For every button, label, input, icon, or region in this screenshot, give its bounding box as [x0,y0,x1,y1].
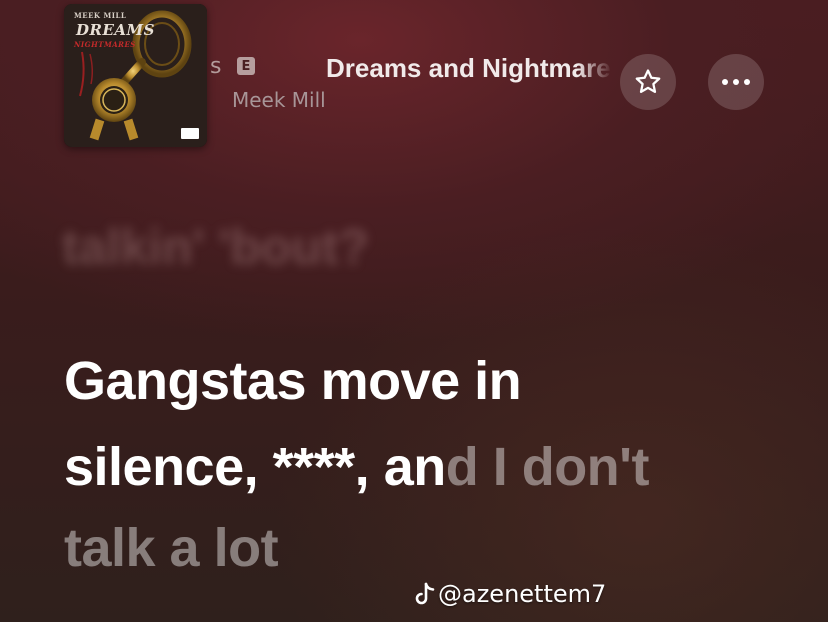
lyric-line-next[interactable]: talk a lot [64,517,279,579]
lyric-previous-line[interactable]: talkin' 'bout? [62,218,369,276]
album-artwork-artist-label: MEEK MILL [74,11,127,20]
more-options-button[interactable] [708,54,764,110]
lyric-line-current[interactable]: Gangstas move in [64,350,522,412]
ellipsis-icon [722,79,750,85]
tiktok-icon [415,582,435,605]
album-title[interactable]: Dreams and Nightmares [326,53,612,84]
favorite-button[interactable] [620,54,676,110]
artist-name[interactable]: Meek Mill [232,88,326,112]
star-icon [635,69,661,93]
tiktok-watermark: @azenettem7 [414,580,606,608]
tiktok-handle: @azenettem7 [438,580,607,608]
explicit-badge: E [237,57,255,75]
lyric-sung-portion: silence, ****, an [64,437,446,497]
parental-advisory-badge [181,128,199,139]
lyric-unsung-portion: d I don't [445,437,650,497]
lyric-line-current-continued[interactable]: silence, ****, and I don't [64,436,650,498]
album-artwork: MEEK MILL DREAMS NIGHTMARES [64,4,207,147]
song-title-fragment: s [210,54,222,79]
album-artwork-subtitle-label: NIGHTMARES [74,40,136,49]
album-artwork-title-label: DREAMS [76,21,155,39]
